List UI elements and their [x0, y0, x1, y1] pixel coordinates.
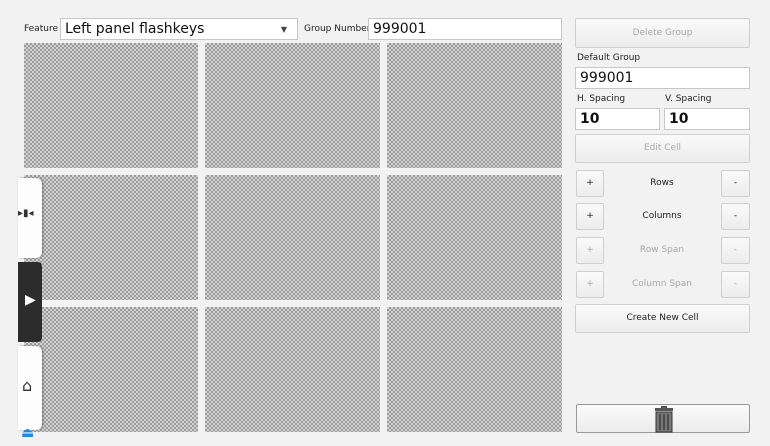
rows-minus-button[interactable]: -	[721, 170, 750, 197]
trash-button[interactable]	[576, 404, 750, 433]
columns-minus-button[interactable]: -	[721, 203, 750, 230]
plus-icon: +	[586, 245, 594, 255]
column-span-minus-button[interactable]: -	[721, 271, 750, 298]
minus-icon: -	[733, 245, 738, 255]
grid-cell[interactable]	[387, 307, 562, 432]
plus-icon: +	[586, 279, 594, 289]
grid-cell[interactable]	[24, 43, 198, 168]
default-group-field[interactable]: 999001	[575, 67, 750, 89]
columns-label: Columns	[642, 211, 682, 221]
grid-cell[interactable]	[24, 307, 198, 432]
grid-cell[interactable]	[205, 175, 380, 300]
grid-cell[interactable]	[205, 43, 380, 168]
play-arrow-icon: ▶	[25, 292, 36, 308]
eject-icon[interactable]: ⏏	[21, 425, 34, 441]
edit-cell-label: Edit Cell	[643, 143, 682, 153]
feature-select[interactable]: Left panel flashkeys ▼	[60, 18, 298, 40]
row-span-plus-button[interactable]: +	[576, 237, 604, 264]
side-tab-play[interactable]: ▶	[18, 262, 42, 342]
delete-group-label: Delete Group	[632, 28, 693, 38]
row-span-minus-button[interactable]: -	[721, 237, 750, 264]
plus-icon: +	[586, 211, 594, 221]
feature-label: Feature	[24, 24, 59, 34]
columns-plus-button[interactable]: +	[576, 203, 604, 230]
home-icon: ⌂	[22, 376, 33, 395]
h-spacing-field[interactable]: 10	[575, 108, 660, 130]
row-span-label: Row Span	[639, 245, 685, 255]
create-new-cell-button[interactable]: Create New Cell	[575, 304, 750, 333]
grid-cell[interactable]	[387, 175, 562, 300]
minus-icon: -	[733, 279, 738, 289]
chevron-down-icon: ▼	[280, 25, 287, 34]
grid-cell[interactable]	[24, 175, 198, 300]
side-tab-home[interactable]: ⌂	[18, 346, 42, 430]
expand-arrows-icon: ▸▮◂	[18, 208, 34, 219]
default-group-label: Default Group	[577, 53, 641, 63]
minus-icon: -	[733, 178, 738, 188]
grid-cell[interactable]	[387, 43, 562, 168]
rows-plus-button[interactable]: +	[576, 170, 604, 197]
trash-icon	[655, 406, 673, 433]
rows-label: Rows	[650, 178, 674, 188]
v-spacing-label: V. Spacing	[665, 94, 712, 104]
feature-value: Left panel flashkeys	[65, 21, 205, 37]
grid-cell[interactable]	[205, 307, 380, 432]
h-spacing-label: H. Spacing	[577, 94, 626, 104]
minus-icon: -	[733, 211, 738, 221]
side-tab-expand[interactable]: ▸▮◂	[18, 178, 42, 258]
group-number-field[interactable]: 999001	[368, 18, 562, 40]
column-span-label: Column Span	[632, 279, 692, 289]
plus-icon: +	[586, 178, 594, 188]
edit-cell-button[interactable]: Edit Cell	[575, 134, 750, 163]
group-number-label: Group Number	[304, 24, 371, 34]
delete-group-button[interactable]: Delete Group	[575, 18, 750, 48]
v-spacing-field[interactable]: 10	[664, 108, 750, 130]
column-span-plus-button[interactable]: +	[576, 271, 604, 298]
create-new-cell-label: Create New Cell	[626, 313, 699, 323]
